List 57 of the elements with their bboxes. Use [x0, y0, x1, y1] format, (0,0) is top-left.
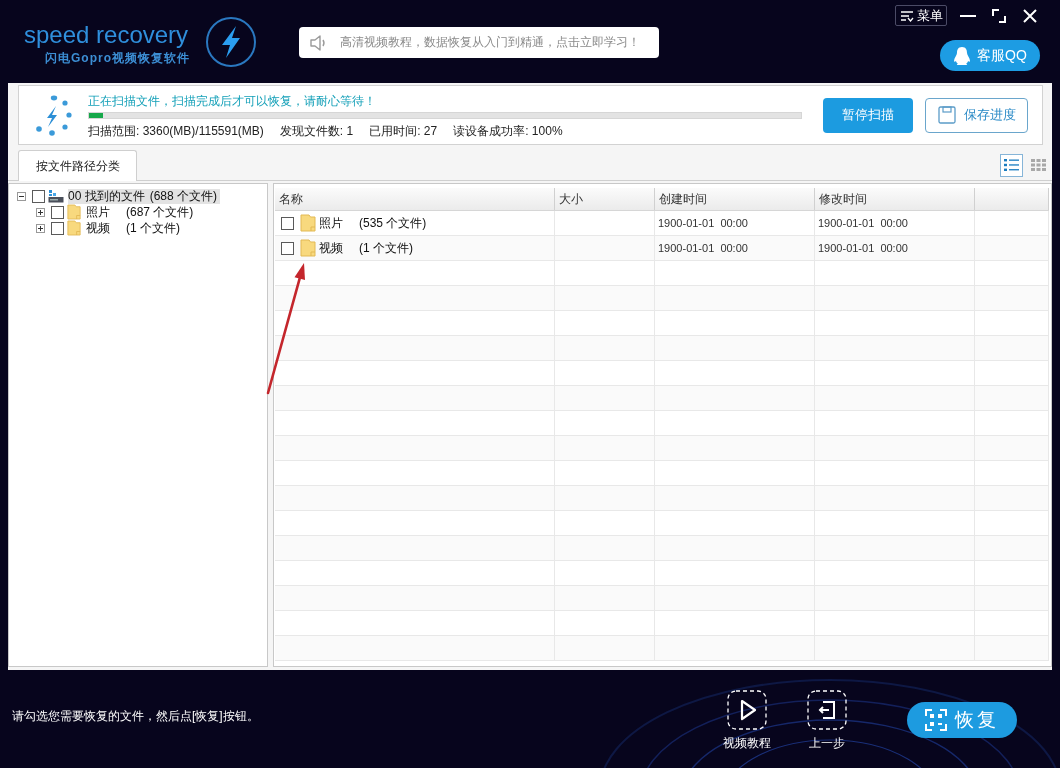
table-cell: 1900-01-01 00:00 — [655, 236, 815, 260]
list-view-button[interactable] — [1000, 153, 1023, 177]
checkbox[interactable] — [32, 189, 45, 203]
scan-frame-icon — [925, 709, 947, 731]
play-icon — [727, 690, 767, 730]
tree-item-label[interactable]: 照片 — [86, 204, 126, 220]
file-name: 照片 — [319, 214, 344, 232]
scan-stat: 读设备成功率: 100% — [453, 123, 563, 139]
checkbox[interactable] — [51, 205, 64, 219]
scanning-spinner-icon — [35, 94, 72, 136]
checkbox[interactable] — [281, 241, 294, 255]
tutorial-notice-button[interactable]: 高清视频教程，数据恢复从入门到精通，点击立即学习！ — [299, 27, 659, 58]
penguin-icon — [953, 45, 972, 66]
menu-icon — [899, 9, 914, 22]
column-header[interactable]: 名称 — [275, 188, 555, 210]
lightning-logo-icon — [204, 15, 258, 69]
logo-title: speed recovery — [24, 23, 190, 47]
file-count: (687 个文件) — [126, 204, 195, 220]
menu-button[interactable]: 菜单 — [895, 5, 947, 26]
back-button[interactable]: 上一步 — [797, 690, 857, 749]
tree-item-label[interactable]: 视频 — [86, 220, 126, 236]
folder-icon — [67, 220, 81, 236]
tab[interactable]: 按文件路径分类 — [18, 150, 137, 181]
scan-stat: 发现文件数: 1 — [279, 123, 354, 139]
column-header[interactable]: 创建时间 — [655, 188, 815, 210]
minimize-icon — [960, 14, 976, 17]
file-count: (535 个文件) — [359, 214, 427, 232]
table-cell: 1900-01-01 00:00 — [815, 211, 975, 235]
file-count: (1 个文件) — [359, 239, 413, 257]
folder-icon — [300, 239, 316, 257]
file-name: 视频 — [319, 239, 344, 257]
tree-toggle-icon[interactable] — [17, 191, 26, 201]
list-view-icon — [1004, 159, 1019, 171]
column-header[interactable]: 大小 — [555, 188, 655, 210]
column-header[interactable]: 修改时间 — [815, 188, 975, 210]
grid-view-icon — [1031, 159, 1046, 171]
close-icon — [1023, 8, 1037, 23]
tree-toggle-icon[interactable] — [36, 223, 45, 233]
tree-item-label[interactable]: 00 找到的文件 — [68, 188, 150, 204]
table-cell: 1900-01-01 00:00 — [655, 211, 815, 235]
checkbox[interactable] — [51, 221, 64, 235]
logo-subtitle: 闪电Gopro视频恢复软件 — [45, 50, 191, 66]
file-count: (1 个文件) — [126, 220, 181, 236]
checkbox[interactable] — [281, 216, 294, 230]
scan-status: 正在扫描文件，扫描完成后才可以恢复，请耐心等待！ — [88, 93, 377, 109]
video-tutorial-button[interactable]: 视频教程 — [717, 690, 777, 749]
folder-icon — [300, 214, 316, 232]
table-cell: 1900-01-01 00:00 — [815, 236, 975, 260]
scan-stat: 已用时间: 27 — [369, 123, 438, 139]
drive-icon — [48, 189, 64, 203]
folder-icon — [67, 204, 81, 220]
file-count: (688 个文件) — [149, 188, 221, 204]
tree-toggle-icon[interactable] — [36, 207, 45, 217]
maximize-icon — [992, 8, 1006, 23]
save-progress-button[interactable]: 保存进度 — [925, 97, 1028, 133]
hint-text: 请勾选您需要恢复的文件，然后点[恢复]按钮。 — [12, 709, 260, 723]
scan-stat: 扫描范围: 3360(MB)/115591(MB) — [88, 123, 264, 139]
